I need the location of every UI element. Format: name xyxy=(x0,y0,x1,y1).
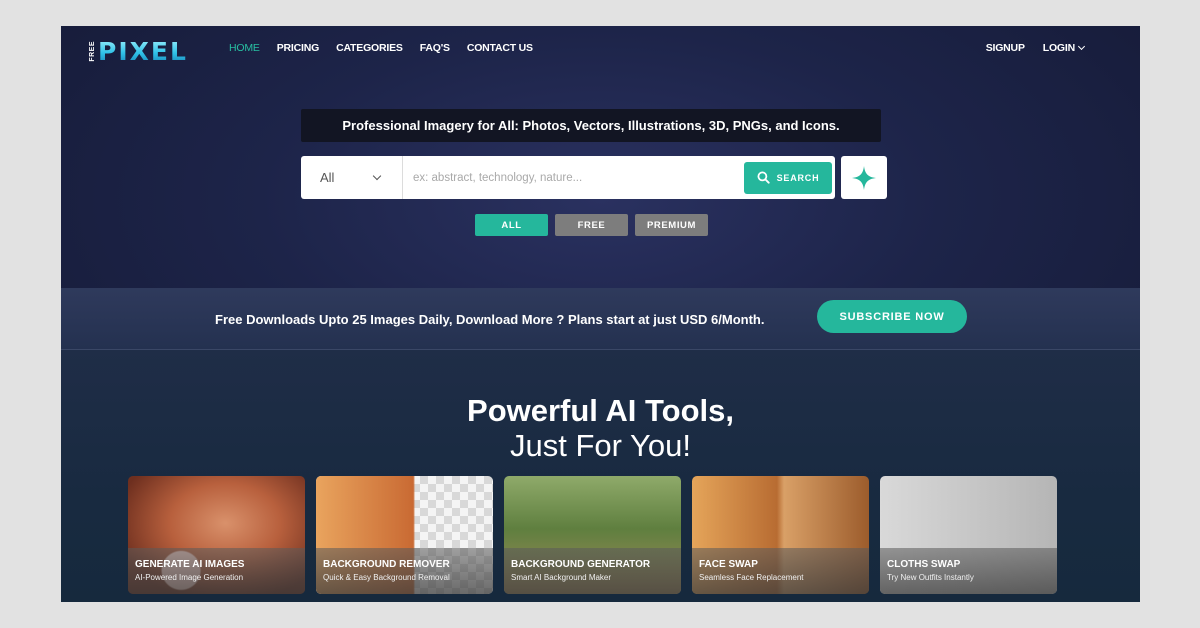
card-overlay xyxy=(504,548,681,594)
card-subtitle: Quick & Easy Background Removal xyxy=(323,573,450,582)
card-subtitle: Try New Outfits Instantly xyxy=(887,573,974,582)
promo-text: Free Downloads Upto 25 Images Daily, Dow… xyxy=(215,312,765,327)
license-filters: ALL FREE PREMIUM xyxy=(475,214,708,236)
filter-premium[interactable]: PREMIUM xyxy=(635,214,708,236)
search-button[interactable]: SEARCH xyxy=(744,161,832,194)
promo-banner: Free Downloads Upto 25 Images Daily, Dow… xyxy=(61,288,1140,350)
tool-card-background-generator[interactable]: BACKGROUND GENERATOR Smart AI Background… xyxy=(504,476,681,594)
category-select-value: All xyxy=(320,170,335,185)
sparkle-icon xyxy=(852,165,876,190)
filter-free[interactable]: FREE xyxy=(555,214,628,236)
card-title: BACKGROUND GENERATOR xyxy=(511,559,651,570)
card-overlay xyxy=(692,548,869,594)
card-subtitle: Seamless Face Replacement xyxy=(699,573,804,582)
nav-categories[interactable]: CATEGORIES xyxy=(336,42,403,54)
nav-pricing[interactable]: PRICING xyxy=(277,42,320,54)
card-title: GENERATE AI IMAGES xyxy=(135,559,245,570)
card-subtitle: Smart AI Background Maker xyxy=(511,573,612,582)
card-title: CLOTHS SWAP xyxy=(887,559,961,570)
filter-all[interactable]: ALL xyxy=(475,214,548,236)
search-input[interactable] xyxy=(403,156,744,199)
page-frame: FREE PIXEL HOME PRICING CATEGORIES FAQ'S… xyxy=(61,26,1140,602)
nav-home[interactable]: HOME xyxy=(229,42,260,54)
card-overlay xyxy=(880,548,1057,594)
subscribe-now-button[interactable]: SUBSCRIBE NOW xyxy=(817,300,967,333)
login-menu[interactable]: LOGIN xyxy=(1042,42,1086,54)
ai-tools-section: Powerful AI Tools, Just For You! GENERAT… xyxy=(61,350,1140,602)
signup-link[interactable]: SIGNUP xyxy=(986,42,1025,54)
card-overlay xyxy=(128,548,305,594)
hero-tagline: Professional Imagery for All: Photos, Ve… xyxy=(301,109,881,142)
site-logo[interactable]: FREE PIXEL xyxy=(89,36,188,66)
logo-pixel-text: PIXEL xyxy=(98,36,188,66)
category-select[interactable]: All xyxy=(301,156,403,199)
search-bar: All SEARCH xyxy=(301,156,835,199)
main-nav: HOME PRICING CATEGORIES FAQ'S CONTACT US xyxy=(229,42,533,54)
tool-card-face-swap[interactable]: FACE SWAP Seamless Face Replacement xyxy=(692,476,869,594)
nav-contact-us[interactable]: CONTACT US xyxy=(467,42,533,54)
tool-card-background-remover[interactable]: BACKGROUND REMOVER Quick & Easy Backgrou… xyxy=(316,476,493,594)
card-title: BACKGROUND REMOVER xyxy=(323,559,450,570)
nav-faqs[interactable]: FAQ'S xyxy=(420,42,450,54)
logo-free-text: FREE xyxy=(89,40,96,62)
tool-card-cloths-swap[interactable]: CLOTHS SWAP Try New Outfits Instantly xyxy=(880,476,1057,594)
chevron-down-icon xyxy=(372,171,382,180)
section-heading: Powerful AI Tools, xyxy=(467,393,734,428)
tool-card-generate-ai-images[interactable]: GENERATE AI IMAGES AI-Powered Image Gene… xyxy=(128,476,305,594)
ai-sparkle-button[interactable] xyxy=(841,156,887,199)
card-overlay xyxy=(316,548,493,594)
tool-cards: GENERATE AI IMAGES AI-Powered Image Gene… xyxy=(128,476,1057,594)
login-label: LOGIN xyxy=(1042,42,1075,54)
search-button-label: SEARCH xyxy=(776,172,820,183)
chevron-down-icon xyxy=(1077,42,1086,51)
auth-links: SIGNUP LOGIN xyxy=(986,42,1086,54)
card-subtitle: AI-Powered Image Generation xyxy=(135,573,244,582)
search-icon xyxy=(757,171,770,184)
section-subheading: Just For You! xyxy=(510,428,691,463)
card-title: FACE SWAP xyxy=(699,559,758,570)
